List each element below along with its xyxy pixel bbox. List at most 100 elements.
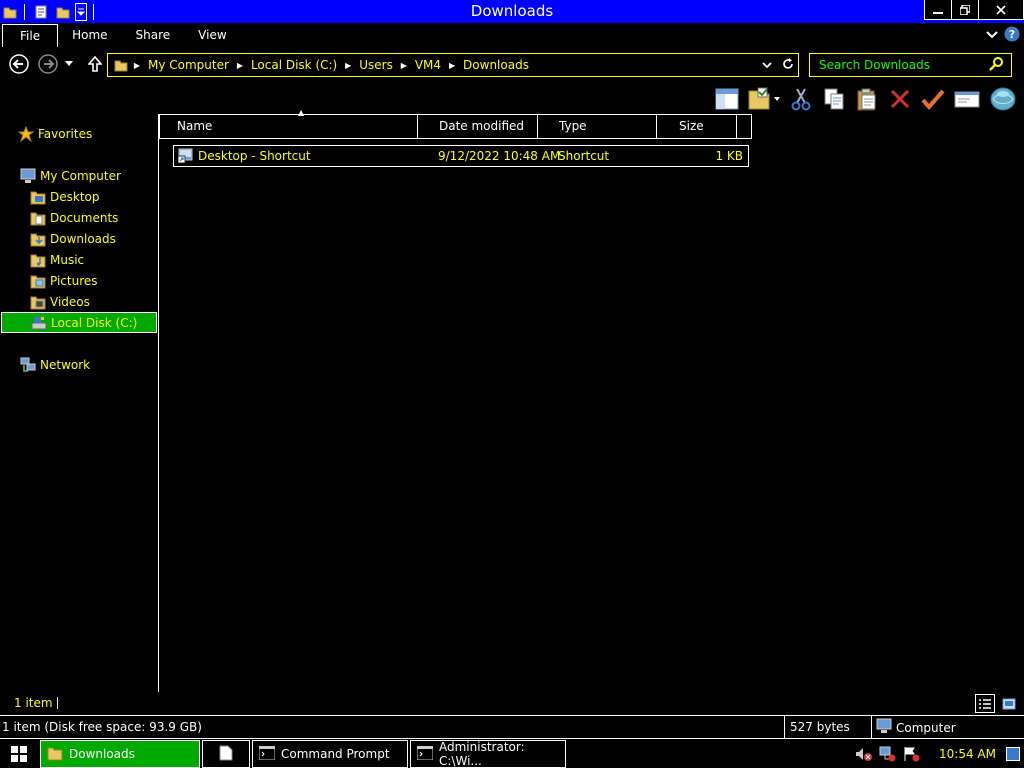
copy-icon[interactable] — [821, 86, 847, 112]
close-button[interactable] — [978, 0, 1024, 20]
nav-item-music[interactable]: Music — [30, 249, 156, 270]
expand-ribbon-icon[interactable] — [986, 29, 998, 43]
breadcrumb-local-disk[interactable]: Local Disk (C:) — [245, 58, 343, 72]
search-input[interactable]: Search Downloads — [809, 53, 1012, 77]
breadcrumb-downloads[interactable]: Downloads — [457, 58, 535, 72]
pictures-folder-icon — [30, 273, 46, 289]
nav-item-label: Downloads — [50, 231, 116, 246]
qat-separator — [24, 3, 25, 20]
refresh-icon[interactable] — [782, 57, 794, 74]
recent-locations-icon[interactable] — [62, 54, 76, 74]
show-desktop-button[interactable] — [1006, 747, 1020, 761]
minimize-button[interactable] — [924, 0, 952, 20]
properties-icon[interactable] — [33, 4, 49, 20]
disk-free-space: 1 item (Disk free space: 93.9 GB) — [2, 720, 202, 734]
delete-icon[interactable] — [887, 86, 913, 112]
breadcrumb-arrow-icon[interactable]: ▶ — [399, 61, 409, 70]
search-icon[interactable] — [989, 57, 1003, 74]
ribbon-right-controls: ? — [986, 26, 1020, 45]
qat-dropdown-icon[interactable] — [75, 2, 87, 21]
checked-folder-icon[interactable] — [747, 86, 781, 112]
rename-checkmark-icon[interactable] — [920, 86, 946, 112]
system-tray: 10:54 AM — [855, 739, 1024, 768]
nav-favorites[interactable]: Favorites — [18, 123, 156, 144]
window-title: Downloads — [470, 2, 554, 20]
breadcrumb-arrow-icon[interactable]: ▶ — [235, 61, 245, 70]
nav-network[interactable]: Network — [20, 354, 156, 375]
computer-zone: Computer — [876, 718, 956, 737]
network-globe-icon[interactable] — [988, 86, 1018, 112]
breadcrumb-vm4[interactable]: VM4 — [409, 58, 447, 72]
start-button[interactable] — [4, 741, 34, 767]
desktop-folder-icon — [30, 189, 46, 205]
restore-button[interactable] — [951, 0, 979, 20]
computer-icon — [876, 718, 892, 737]
nav-favorites-label: Favorites — [38, 126, 93, 141]
action-center-icon[interactable] — [903, 745, 921, 763]
tab-home[interactable]: Home — [58, 23, 121, 47]
pane-divider[interactable] — [158, 114, 159, 692]
cut-icon[interactable] — [788, 86, 814, 112]
nav-my-computer[interactable]: My Computer — [20, 165, 156, 186]
quick-access-toolbar — [0, 0, 100, 23]
tab-share[interactable]: Share — [122, 23, 185, 47]
properties-card-icon[interactable] — [953, 86, 981, 112]
breadcrumb-arrow-icon[interactable]: ▶ — [343, 61, 353, 70]
list-header: ▲ Name Date modified Type Size — [159, 108, 752, 139]
command-prompt-icon — [416, 745, 434, 763]
nav-item-label: Desktop — [50, 189, 100, 204]
column-header-size[interactable]: Size — [671, 115, 737, 138]
list-item[interactable]: Desktop - Shortcut 9/12/2022 10:48 AM Sh… — [173, 145, 749, 167]
status-separator — [784, 716, 785, 739]
nav-item-label: Pictures — [50, 273, 98, 288]
tab-view[interactable]: View — [184, 23, 240, 47]
taskbar-command-prompt-button[interactable]: Command Prompt — [252, 740, 408, 768]
navigation-row: ▶ My Computer ▶ Local Disk (C:) ▶ Users … — [0, 51, 1024, 79]
nav-item-documents[interactable]: Documents — [30, 207, 156, 228]
breadcrumb-arrow-icon[interactable]: ▶ — [132, 61, 142, 70]
breadcrumb-users[interactable]: Users — [353, 58, 399, 72]
taskbar-administrator-button[interactable]: Administrator: C:\Wi... — [410, 740, 566, 768]
back-icon[interactable] — [9, 54, 29, 74]
star-icon — [18, 125, 34, 142]
column-header-name[interactable]: Name — [169, 115, 418, 138]
column-header-date[interactable]: Date modified — [431, 115, 538, 138]
nav-item-downloads[interactable]: Downloads — [30, 228, 156, 249]
nav-item-pictures[interactable]: Pictures — [30, 270, 156, 291]
nav-item-local-disk[interactable]: Local Disk (C:) — [1, 312, 157, 333]
breadcrumb-arrow-icon[interactable]: ▶ — [447, 61, 457, 70]
folder-icon[interactable] — [2, 4, 18, 20]
network-status-icon[interactable] — [879, 745, 897, 763]
address-bar[interactable]: ▶ My Computer ▶ Local Disk (C:) ▶ Users … — [107, 53, 799, 77]
music-folder-icon — [30, 252, 46, 268]
network-icon — [20, 357, 36, 373]
tab-file[interactable]: File — [2, 23, 59, 47]
paste-icon[interactable] — [854, 86, 880, 112]
nav-item-videos[interactable]: Videos — [30, 291, 156, 312]
downloads-folder-icon — [30, 231, 46, 247]
nav-item-label: Music — [50, 252, 85, 267]
taskbar-downloads-button[interactable]: Downloads — [40, 740, 200, 768]
taskbar-button-label: Downloads — [69, 747, 135, 761]
taskbar-button-label: Administrator: C:\Wi... — [439, 740, 525, 768]
windows-logo-icon — [11, 746, 27, 762]
up-icon[interactable] — [85, 54, 105, 74]
title-bar: Downloads — [0, 0, 1024, 23]
taskbar-notepad-button[interactable] — [202, 740, 250, 768]
nav-item-label: Videos — [50, 294, 90, 309]
preview-pane-icon[interactable] — [714, 86, 740, 112]
breadcrumb-my-computer[interactable]: My Computer — [142, 58, 235, 72]
file-name[interactable]: Desktop - Shortcut — [198, 146, 311, 166]
qat-separator — [93, 3, 94, 20]
nav-item-desktop[interactable]: Desktop — [30, 186, 156, 207]
volume-muted-icon[interactable] — [855, 745, 873, 763]
help-icon[interactable]: ? — [1004, 26, 1020, 45]
clock[interactable]: 10:54 AM — [939, 747, 996, 761]
details-view-icon[interactable] — [975, 694, 995, 713]
address-dropdown-icon[interactable] — [762, 59, 772, 73]
item-count-bar: 1 item — [0, 692, 1024, 714]
column-header-type[interactable]: Type — [551, 115, 657, 138]
new-folder-icon[interactable] — [55, 4, 71, 20]
forward-icon[interactable] — [38, 54, 58, 74]
large-icons-view-icon[interactable] — [999, 694, 1019, 713]
